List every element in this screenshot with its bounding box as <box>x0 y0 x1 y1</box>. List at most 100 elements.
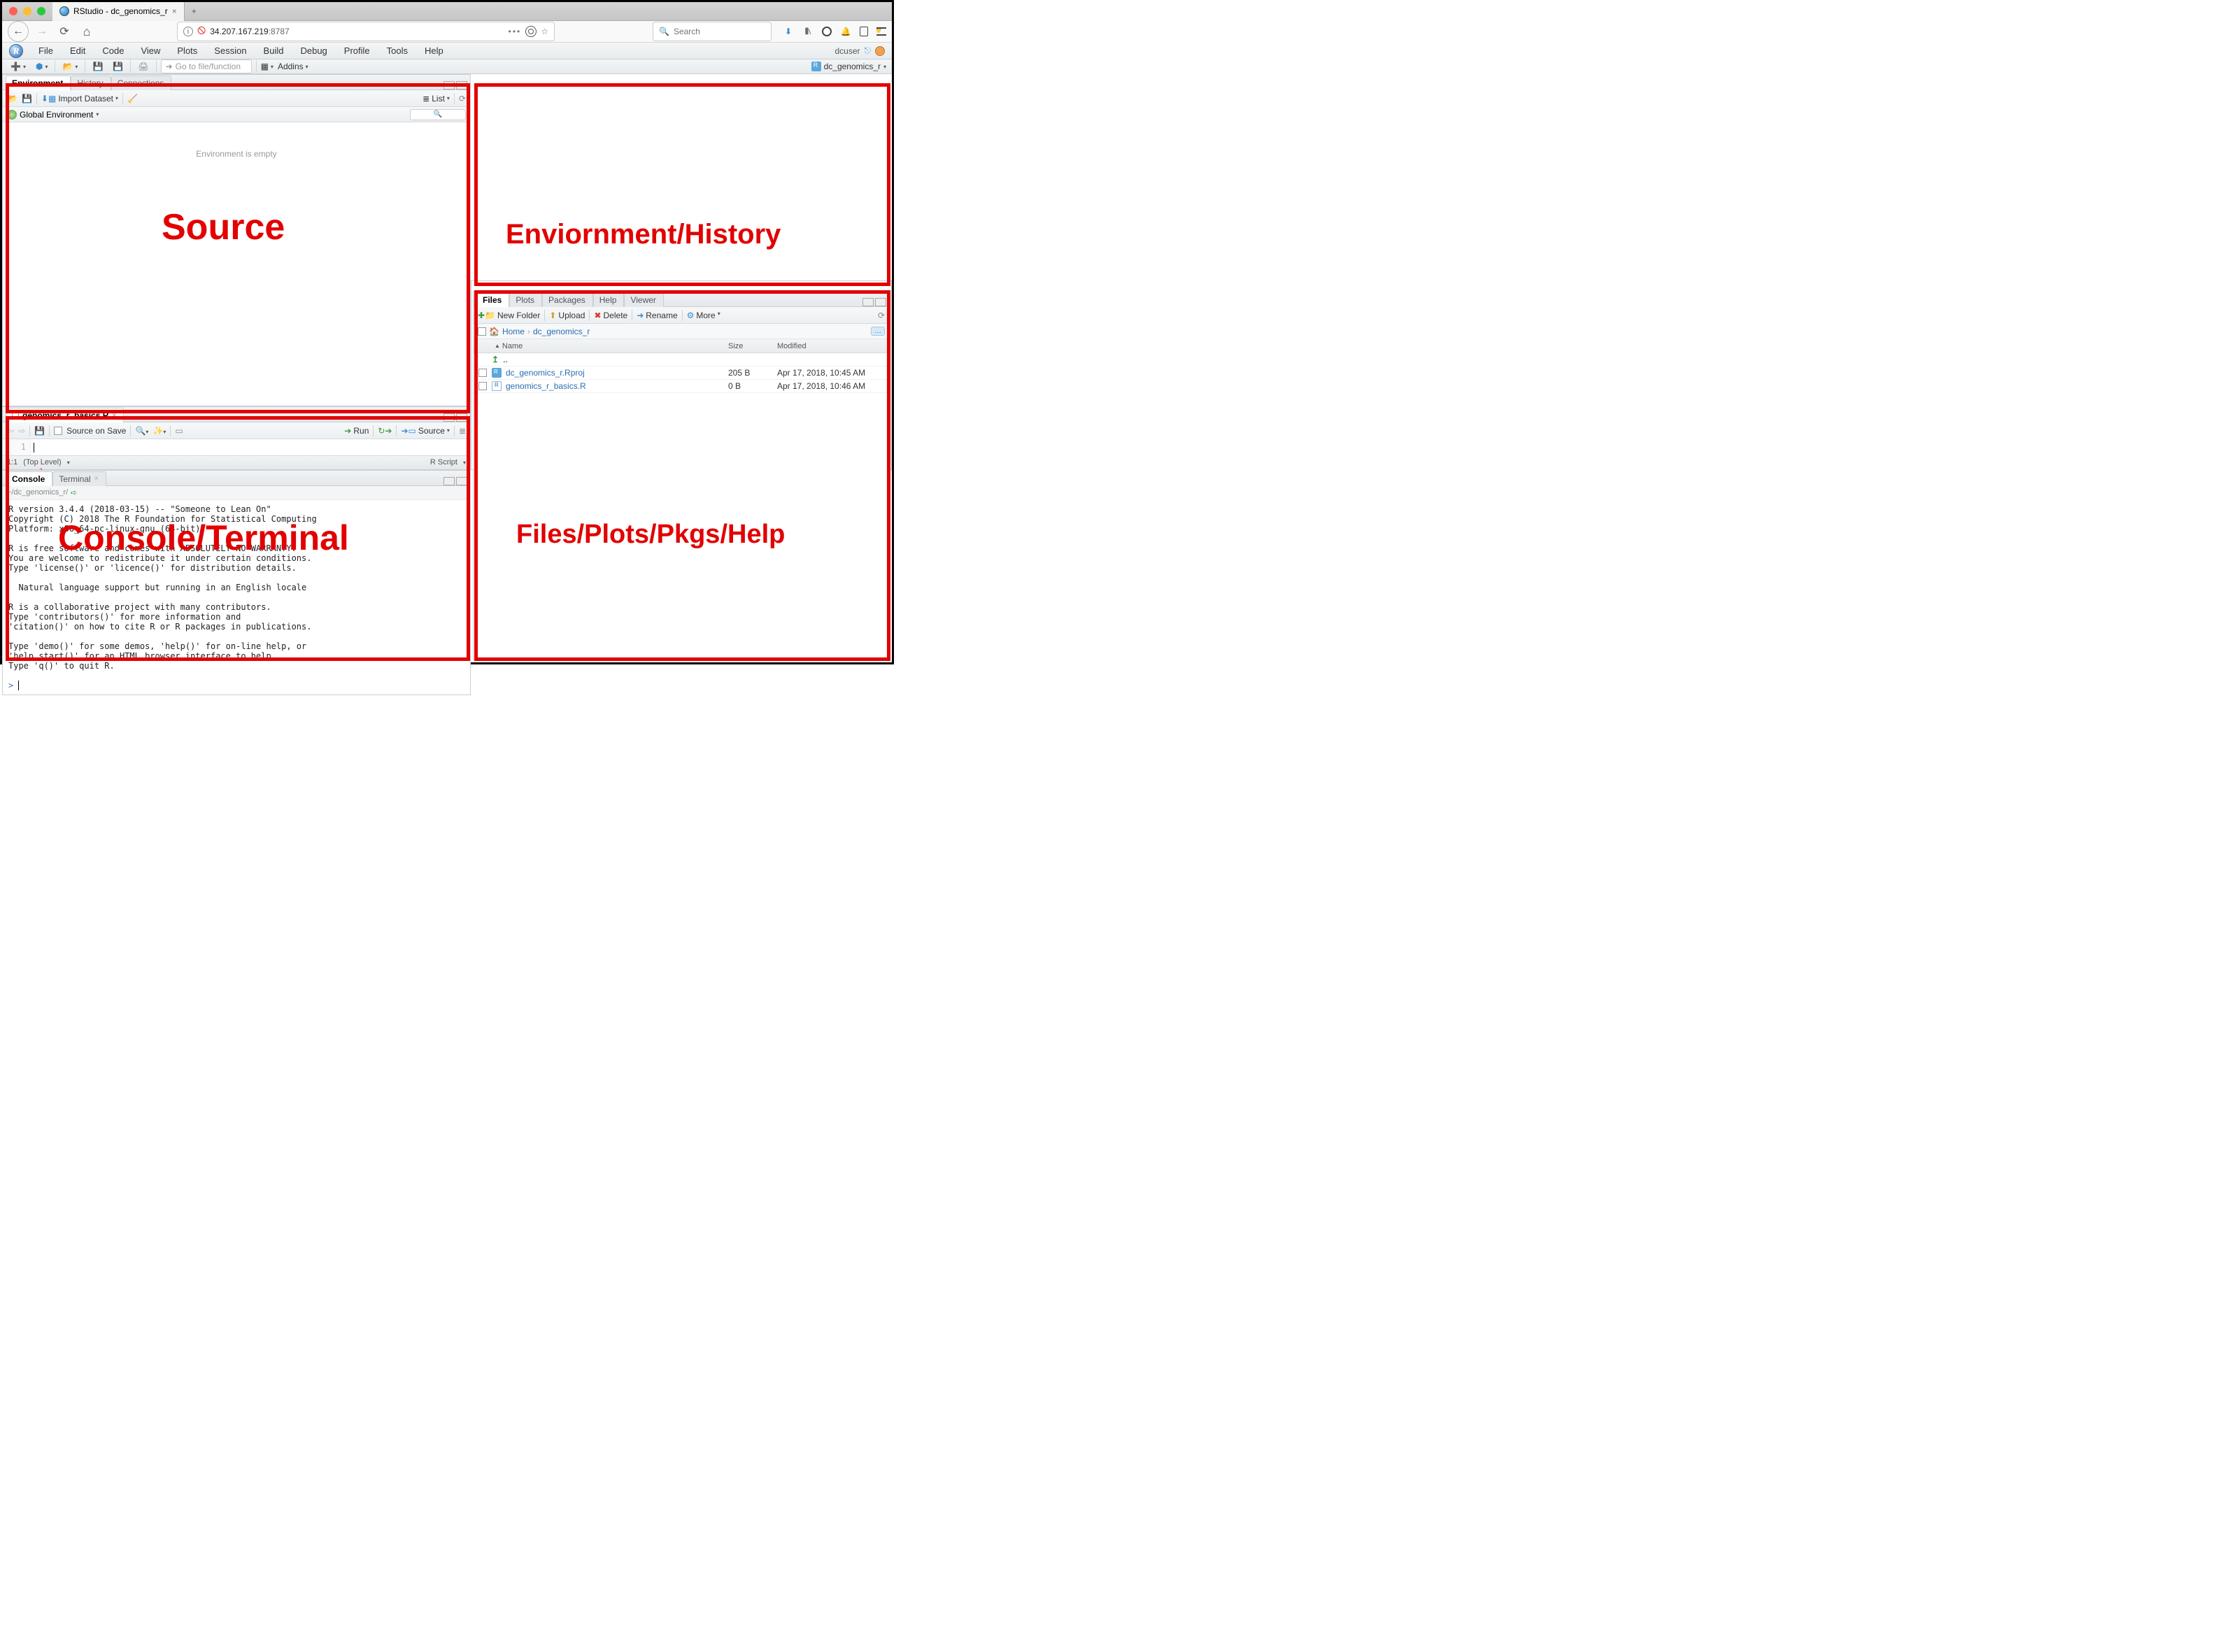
home-dir-icon[interactable]: 🏠 <box>489 327 499 336</box>
shield-icon[interactable] <box>525 26 537 37</box>
project-indicator[interactable]: dc_genomics_r ▾ <box>811 62 886 71</box>
status-lang[interactable]: R Script <box>430 458 457 467</box>
file-row-updir[interactable]: ↥.. <box>474 353 889 366</box>
sidebar-icon[interactable] <box>860 27 868 36</box>
menu-view[interactable]: View <box>134 43 167 59</box>
page-actions-icon[interactable]: ••• <box>509 27 522 36</box>
select-all-checkbox[interactable] <box>478 327 486 336</box>
file-name-link[interactable]: genomics_r_basics.R <box>506 381 586 391</box>
header-modified[interactable]: Modified <box>777 342 889 350</box>
outline-icon[interactable]: ≣ <box>459 426 466 436</box>
menu-plots[interactable]: Plots <box>170 43 204 59</box>
addins-button[interactable]: Addins ▾ <box>278 62 308 71</box>
downloads-icon[interactable]: ⬇ <box>783 26 794 37</box>
header-size[interactable]: Size <box>728 342 777 350</box>
breadcrumb-home[interactable]: Home <box>502 327 525 336</box>
tab-files[interactable]: Files <box>476 292 509 307</box>
clear-workspace-icon[interactable]: 🧹 <box>127 94 138 104</box>
refresh-icon[interactable]: ⟳ <box>459 94 466 104</box>
new-folder-button[interactable]: ✚📁New Folder <box>478 311 540 320</box>
file-row[interactable]: genomics_r_basics.R 0 B Apr 17, 2018, 10… <box>474 380 889 393</box>
env-search-input[interactable]: 🔍 <box>410 109 466 120</box>
menu-help[interactable]: Help <box>418 43 450 59</box>
tab-viewer[interactable]: Viewer <box>624 292 663 307</box>
back-button[interactable] <box>8 21 29 42</box>
forward-button[interactable] <box>33 22 51 41</box>
close-tab-icon[interactable]: × <box>172 6 177 16</box>
maximize-pane-button[interactable] <box>456 413 467 422</box>
status-scope[interactable]: (Top Level) <box>23 458 61 467</box>
open-file-button[interactable]: 📂▾ <box>59 60 80 73</box>
upload-button[interactable]: ⬆Upload <box>549 311 585 320</box>
file-name-link[interactable]: dc_genomics_r.Rproj <box>506 368 585 378</box>
close-terminal-icon[interactable]: × <box>94 475 99 483</box>
minimize-pane-button[interactable] <box>443 477 455 485</box>
rerun-icon[interactable]: ↻➔ <box>378 426 392 436</box>
search-input[interactable] <box>674 27 765 36</box>
source-file-tab[interactable]: genomics_r_basics.R × <box>6 408 124 422</box>
evernote-icon[interactable] <box>822 27 832 36</box>
tab-connections[interactable]: Connections <box>111 76 172 90</box>
menu-tools[interactable]: Tools <box>380 43 415 59</box>
scope-label[interactable]: Global Environment <box>20 110 93 120</box>
print-button[interactable]: 🖨 <box>135 60 151 73</box>
import-dataset-button[interactable]: ⬇▦Import Dataset ▾ <box>41 94 118 104</box>
goto-dir-icon[interactable]: ➪ <box>71 488 77 497</box>
library-icon[interactable]: ⫴\ <box>802 26 814 37</box>
home-button[interactable] <box>78 22 96 41</box>
source-button[interactable]: ➔▭Source ▾ <box>401 426 449 436</box>
fwd-nav-icon[interactable]: ⇨ <box>18 426 25 436</box>
run-button[interactable]: ➔Run <box>344 426 369 436</box>
menu-session[interactable]: Session <box>207 43 253 59</box>
load-workspace-icon[interactable]: 📂 <box>7 94 17 104</box>
new-tab-button[interactable]: + <box>185 2 204 21</box>
file-checkbox[interactable] <box>478 382 487 390</box>
close-window-button[interactable] <box>9 7 17 15</box>
save-all-button[interactable]: 💾 <box>110 60 126 73</box>
maximize-pane-button[interactable] <box>456 81 467 90</box>
wand-icon[interactable]: ✨▾ <box>152 426 166 436</box>
menu-icon[interactable] <box>876 27 886 36</box>
bookmark-star-icon[interactable]: ☆ <box>541 27 548 36</box>
tab-environment[interactable]: Environment <box>6 76 71 90</box>
menu-file[interactable]: File <box>31 43 60 59</box>
save-source-icon[interactable]: 💾 <box>34 426 45 436</box>
file-row[interactable]: dc_genomics_r.Rproj 205 B Apr 17, 2018, … <box>474 366 889 380</box>
save-workspace-icon[interactable]: 💾 <box>22 94 32 104</box>
source-on-save-checkbox[interactable] <box>54 427 62 435</box>
menu-edit[interactable]: Edit <box>63 43 92 59</box>
tab-packages[interactable]: Packages <box>542 292 593 307</box>
tab-history[interactable]: History <box>71 76 111 90</box>
delete-button[interactable]: ✖Delete <box>594 311 627 320</box>
url-bar[interactable]: i 🛇 34.207.167.219:8787 ••• ☆ <box>177 22 555 41</box>
header-name[interactable]: Name <box>502 342 523 350</box>
reload-button[interactable] <box>55 22 73 41</box>
minimize-window-button[interactable] <box>23 7 31 15</box>
menu-debug[interactable]: Debug <box>293 43 334 59</box>
menu-code[interactable]: Code <box>95 43 131 59</box>
maximize-window-button[interactable] <box>37 7 45 15</box>
tab-help[interactable]: Help <box>593 292 625 307</box>
close-file-icon[interactable]: × <box>112 412 116 420</box>
editor-body[interactable]: } <box>31 439 470 455</box>
maximize-pane-button[interactable] <box>875 298 886 306</box>
file-checkbox[interactable] <box>478 369 487 377</box>
browser-tab[interactable]: RStudio - dc_genomics_r × <box>52 2 185 21</box>
save-button[interactable]: 💾 <box>90 60 106 73</box>
panes-grid-button[interactable]: ▦▾ <box>261 62 274 71</box>
back-nav-icon[interactable]: ⇦ <box>7 426 14 436</box>
new-file-button[interactable]: ➕▾ <box>8 60 29 73</box>
breadcrumb-dir[interactable]: dc_genomics_r <box>533 327 590 336</box>
tab-terminal[interactable]: Terminal × <box>52 471 106 486</box>
tab-plots[interactable]: Plots <box>509 292 542 307</box>
console-output[interactable]: R version 3.4.4 (2018-03-15) -- "Someone… <box>3 500 470 695</box>
quit-session-icon[interactable] <box>875 46 885 56</box>
notifications-icon[interactable]: 🔔 <box>840 26 851 37</box>
search-bar[interactable]: 🔍 <box>653 22 772 41</box>
rename-button[interactable]: ➜Rename <box>637 311 677 320</box>
menu-build[interactable]: Build <box>257 43 291 59</box>
more-button[interactable]: ⚙More ▾ <box>687 311 720 320</box>
goto-file-input[interactable]: ➜ Go to file/function <box>161 59 252 73</box>
minimize-pane-button[interactable] <box>443 81 455 90</box>
compile-report-icon[interactable]: ▭ <box>175 426 183 436</box>
